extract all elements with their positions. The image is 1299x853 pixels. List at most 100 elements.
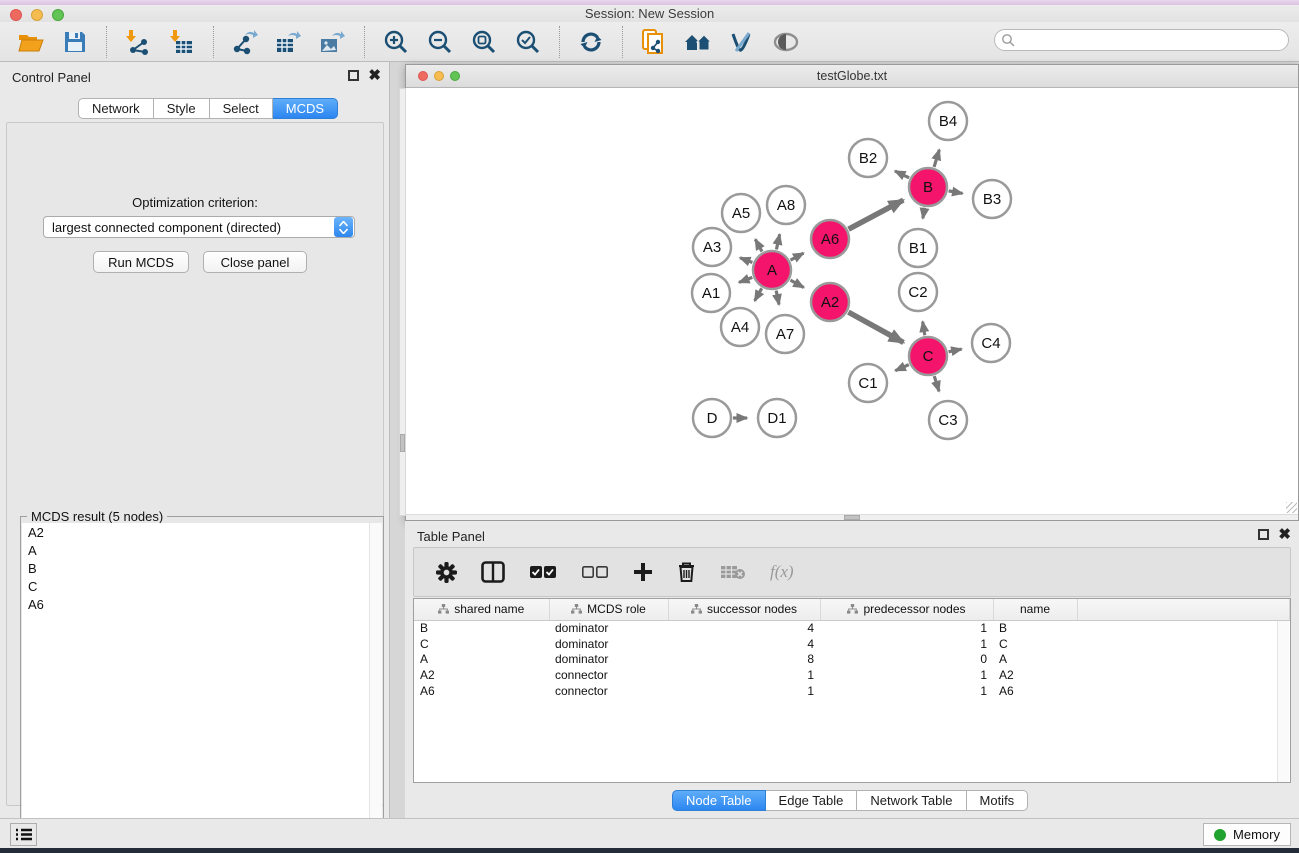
save-session-icon[interactable]: [58, 26, 92, 58]
export-table-icon[interactable]: [272, 26, 306, 58]
window-resize-grip[interactable]: [1286, 502, 1297, 513]
table-cell[interactable]: A2: [414, 667, 549, 683]
column-view-icon[interactable]: [481, 561, 505, 583]
table-cell[interactable]: connector: [549, 667, 668, 683]
edge-B-B1[interactable]: [923, 208, 925, 219]
edge-A-A3[interactable]: [740, 258, 752, 263]
table-cell[interactable]: B: [414, 620, 549, 636]
list-item[interactable]: A6: [22, 595, 369, 613]
tab-select[interactable]: Select: [210, 98, 273, 119]
close-table-panel-icon[interactable]: ✖: [1278, 529, 1291, 540]
delete-table-icon[interactable]: [720, 563, 746, 581]
table-cell[interactable]: A6: [414, 683, 549, 699]
column-header-successor-nodes[interactable]: successor nodes: [668, 599, 820, 620]
edge-A-A6[interactable]: [791, 253, 804, 260]
memory-button[interactable]: Memory: [1203, 823, 1291, 846]
function-builder-icon[interactable]: f(x): [770, 562, 794, 582]
table-cell[interactable]: 1: [668, 683, 820, 699]
table-cell[interactable]: A: [993, 652, 1077, 668]
table-cell[interactable]: C: [414, 636, 549, 652]
gear-icon[interactable]: [436, 562, 457, 583]
zoom-in-icon[interactable]: [379, 26, 413, 58]
copy-network-icon[interactable]: [637, 26, 671, 58]
edge-C-C3[interactable]: [934, 376, 939, 391]
table-cell[interactable]: C: [993, 636, 1077, 652]
table-cell[interactable]: 1: [668, 667, 820, 683]
table-cell[interactable]: 1: [820, 620, 993, 636]
table-scrollbar[interactable]: [1277, 621, 1289, 783]
table-cell[interactable]: 0: [820, 652, 993, 668]
run-mcds-button[interactable]: Run MCDS: [93, 251, 189, 273]
select-all-icon[interactable]: [529, 565, 557, 579]
table-cell[interactable]: dominator: [549, 652, 668, 668]
close-panel-icon[interactable]: ✖: [368, 70, 381, 81]
eye-icon[interactable]: [769, 26, 803, 58]
edge-A6-B[interactable]: [849, 200, 904, 229]
tab-motifs[interactable]: Motifs: [967, 790, 1029, 811]
import-table-icon[interactable]: [165, 26, 199, 58]
list-item[interactable]: B: [22, 559, 369, 577]
list-item[interactable]: C: [22, 577, 369, 595]
tab-node-table[interactable]: Node Table: [672, 790, 766, 811]
close-panel-button[interactable]: Close panel: [203, 251, 307, 273]
tab-edge-table[interactable]: Edge Table: [766, 790, 858, 811]
table-cell[interactable]: A: [414, 652, 549, 668]
column-header-name[interactable]: name: [993, 599, 1077, 620]
export-image-icon[interactable]: [316, 26, 350, 58]
table-cell[interactable]: dominator: [549, 636, 668, 652]
edge-B-B4[interactable]: [934, 150, 939, 167]
export-network-icon[interactable]: [228, 26, 262, 58]
table-cell[interactable]: connector: [549, 683, 668, 699]
column-header-predecessor-nodes[interactable]: predecessor nodes: [820, 599, 993, 620]
list-item[interactable]: A2: [22, 523, 369, 541]
edge-B-B2[interactable]: [895, 171, 909, 178]
edge-A-A2[interactable]: [790, 280, 803, 287]
table-cell[interactable]: 1: [820, 683, 993, 699]
table-row[interactable]: Bdominator41B: [414, 620, 1290, 636]
tab-mcds[interactable]: MCDS: [273, 98, 338, 119]
criterion-select[interactable]: largest connected component (directed): [43, 216, 355, 238]
edge-A-A8[interactable]: [776, 234, 779, 249]
open-file-icon[interactable]: [14, 26, 48, 58]
table-cell[interactable]: 1: [820, 636, 993, 652]
mcds-list-scrollbar[interactable]: [369, 523, 382, 853]
column-header-shared-name[interactable]: shared name: [414, 599, 549, 620]
tab-network[interactable]: Network: [78, 98, 154, 119]
float-panel-icon[interactable]: [348, 70, 359, 81]
table-cell[interactable]: 4: [668, 620, 820, 636]
panel-menu-button[interactable]: [10, 823, 37, 846]
table-cell[interactable]: dominator: [549, 620, 668, 636]
zoom-out-icon[interactable]: [423, 26, 457, 58]
delete-column-icon[interactable]: [677, 561, 696, 583]
table-row[interactable]: A2connector11A2: [414, 667, 1290, 683]
edge-A-A4[interactable]: [755, 288, 762, 301]
network-canvas[interactable]: B4B2BB3A8A5A6A3B1AA1C2A2A4A7C4CC1DD1C3: [406, 88, 1298, 516]
edge-A-A1[interactable]: [739, 277, 752, 282]
network-window-titlebar[interactable]: testGlobe.txt: [406, 65, 1298, 88]
edge-C-C4[interactable]: [949, 349, 962, 352]
edge-B-B3[interactable]: [949, 191, 963, 194]
table-cell[interactable]: 4: [668, 636, 820, 652]
network-horizontal-scrollbar[interactable]: [406, 514, 1298, 520]
table-cell[interactable]: 1: [820, 667, 993, 683]
edge-C-C2[interactable]: [923, 322, 925, 336]
edge-A-A5[interactable]: [755, 239, 762, 251]
list-item[interactable]: A: [22, 541, 369, 559]
zoom-fit-icon[interactable]: [467, 26, 501, 58]
edge-C-C1[interactable]: [895, 365, 908, 371]
zoom-selected-icon[interactable]: [511, 26, 545, 58]
search-input[interactable]: [994, 29, 1289, 51]
network-vertical-scrollbar[interactable]: [399, 88, 406, 516]
home-icon[interactable]: [681, 26, 715, 58]
refresh-layout-icon[interactable]: [574, 26, 608, 58]
vizmapper-icon[interactable]: [725, 26, 759, 58]
float-table-panel-icon[interactable]: [1258, 529, 1269, 540]
table-row[interactable]: A6connector11A6: [414, 683, 1290, 699]
table-cell[interactable]: A6: [993, 683, 1077, 699]
table-cell[interactable]: B: [993, 620, 1077, 636]
add-column-icon[interactable]: [633, 562, 653, 582]
edge-A2-C[interactable]: [848, 312, 903, 342]
table-cell[interactable]: 8: [668, 652, 820, 668]
deselect-all-icon[interactable]: [581, 565, 609, 579]
column-header-mcds-role[interactable]: MCDS role: [549, 599, 668, 620]
